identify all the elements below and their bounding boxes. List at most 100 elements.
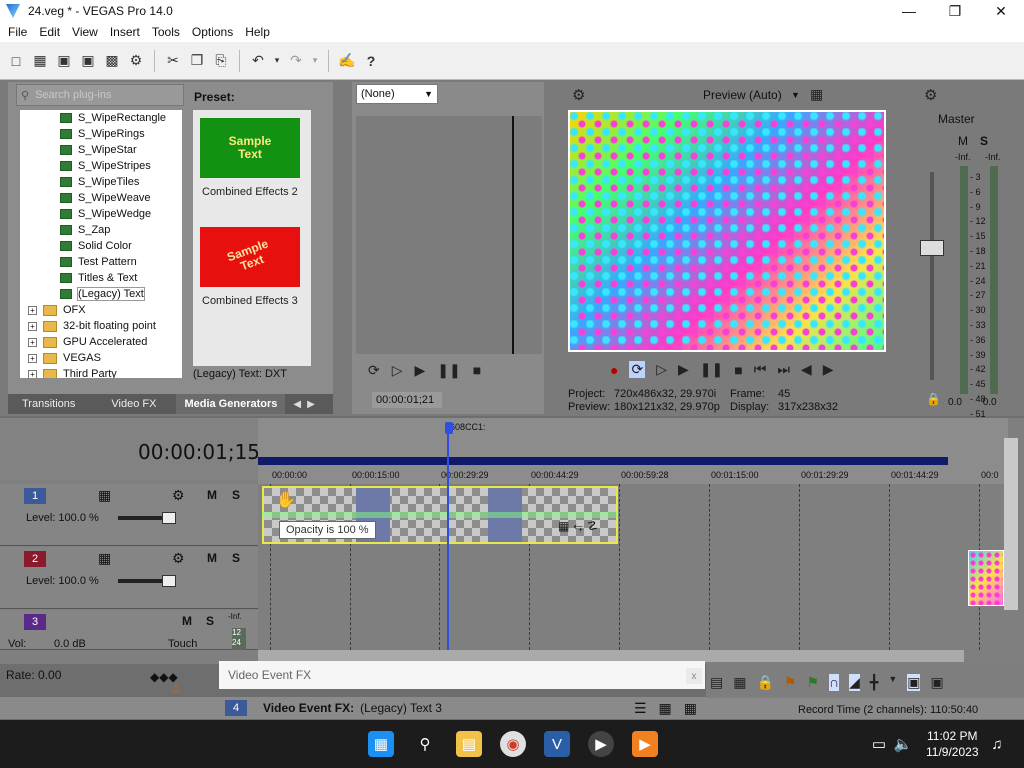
expand-icon[interactable]: + (28, 305, 37, 315)
video-app-icon[interactable]: ▶ (632, 731, 658, 757)
expand-icon[interactable]: + (28, 353, 37, 363)
search-icon[interactable]: ⚲ (412, 731, 438, 757)
track-fx-icon[interactable]: ▦ (98, 550, 111, 567)
tab-transitions[interactable]: Transitions (14, 394, 83, 414)
search-plugins-input[interactable]: ⚲ Search plug-ins (16, 84, 184, 106)
expand-icon[interactable]: + (28, 321, 37, 331)
tree-folder[interactable]: + VEGAS (20, 350, 182, 366)
network-icon[interactable]: ▭ (866, 731, 892, 757)
undo-icon[interactable]: ↶ (248, 51, 268, 71)
expand-icon[interactable]: + (28, 337, 37, 347)
stop-icon[interactable]: ■ (734, 362, 742, 378)
redo-icon[interactable]: ↷ (286, 51, 306, 71)
pause-icon[interactable]: ❚❚ (700, 361, 723, 378)
video-event-fx-window[interactable]: Video Event FX (219, 661, 705, 689)
view-grid-icon[interactable]: ▦ (659, 700, 672, 717)
snap-magnet-icon[interactable]: ∩ (829, 674, 840, 691)
tree-plugin[interactable]: S_WipeWeave (20, 190, 182, 206)
view-list-icon[interactable]: ☰ (634, 700, 647, 717)
menu-view[interactable]: View (66, 25, 104, 39)
tab-media-generators[interactable]: Media Generators (176, 394, 286, 414)
event-fx-icon[interactable]: ☡ (587, 519, 598, 534)
lock-icon[interactable]: 🔒 (756, 674, 773, 691)
event-crop-icon[interactable]: ⥆ (573, 519, 583, 534)
preset-thumb-combined-effects-2[interactable]: Sample Text (200, 118, 300, 178)
media-player-icon[interactable]: ▶ (588, 731, 614, 757)
record-icon[interactable]: ● (610, 362, 618, 378)
mute-button[interactable]: M (207, 551, 217, 565)
minimize-button[interactable]: — (886, 0, 932, 22)
prev-frame-icon[interactable]: ◀ (801, 361, 812, 378)
chrome-icon[interactable]: ◉ (500, 731, 526, 757)
paste-icon[interactable]: ⎘ (211, 51, 231, 71)
play-icon[interactable]: ▶ (678, 361, 689, 378)
mute-button[interactable]: M (207, 488, 217, 502)
play-from-start-icon[interactable]: ▷ (392, 362, 403, 379)
touch-mode[interactable]: Touch (168, 638, 197, 650)
open-folder-icon[interactable]: ▦ (30, 51, 50, 71)
split-icon[interactable]: ╋ (870, 674, 878, 691)
menu-insert[interactable]: Insert (104, 25, 146, 39)
track-header-1[interactable]: 1 Level: 100.0 % M S ▦ ⚙ (0, 484, 258, 546)
tree-folder[interactable]: +32-bit floating point (20, 318, 182, 334)
go-to-start-icon[interactable]: ⏮ (754, 361, 767, 378)
tree-plugin[interactable]: Test Pattern (20, 254, 182, 270)
grid-overlay-icon[interactable]: ▦ (810, 86, 823, 103)
loop-icon[interactable]: ⟳ (368, 362, 380, 379)
track-gear-icon[interactable]: ⚙ (172, 487, 185, 504)
preset-thumb-combined-effects-3[interactable]: Sample Text (200, 227, 300, 287)
loop-region-bar[interactable] (258, 457, 948, 465)
track-2-event-thumbnail[interactable] (968, 550, 1004, 606)
event-pan-crop-icon[interactable]: ▦ (558, 519, 569, 534)
effects-hand-icon[interactable]: ✍ (337, 51, 357, 71)
vertical-scrollbar[interactable] (1004, 438, 1018, 610)
tree-plugin[interactable]: Solid Color (20, 238, 182, 254)
normal-edit-tool-icon[interactable]: ▣ (907, 674, 921, 691)
notifications-bell-icon[interactable]: ♫ (984, 731, 1010, 757)
pause-icon[interactable]: ❚❚ (437, 362, 460, 379)
new-file-icon[interactable]: □ (6, 51, 26, 71)
menu-file[interactable]: File (2, 25, 33, 39)
speaker-muted-icon[interactable]: 🔈 (890, 731, 916, 757)
stop-icon[interactable]: ■ (473, 362, 481, 379)
playhead[interactable] (447, 422, 449, 650)
cut-icon[interactable]: ✂ (163, 51, 183, 71)
trimmer-view[interactable] (356, 116, 542, 354)
envelope-tool-icon[interactable]: ▣ (930, 674, 943, 691)
track-fx-icon[interactable]: ▦ (98, 487, 111, 504)
marker-icon[interactable]: ⚑ (784, 674, 797, 691)
close-button[interactable]: ✕ (978, 0, 1024, 22)
play-from-start-icon[interactable]: ▷ (656, 361, 667, 378)
tree-plugin[interactable]: (Legacy) Text (20, 286, 182, 302)
render-icon[interactable]: ▩ (102, 51, 122, 71)
tool-dropdown-icon[interactable]: ▼ (888, 674, 897, 691)
solo-button[interactable]: S (206, 614, 214, 628)
file-explorer-icon[interactable]: ▤ (456, 731, 482, 757)
tree-folder[interactable]: + GPU Accelerated (20, 334, 182, 350)
track-header-2[interactable]: 2 Level: 100.0 % M S ▦ ⚙ (0, 547, 258, 609)
tree-plugin[interactable]: S_WipeStar (20, 142, 182, 158)
master-mute[interactable]: M (958, 134, 968, 148)
lock-icon[interactable]: 🔒 (926, 392, 941, 406)
tab-scroll-right-icon[interactable]: ▶ (307, 399, 315, 410)
playhead-handle[interactable] (445, 422, 453, 434)
loop-playback-icon[interactable]: ⟳ (629, 361, 646, 378)
save-as-icon[interactable]: ▣ (78, 51, 98, 71)
tab-video-fx[interactable]: Video FX (103, 394, 164, 414)
tree-folder[interactable]: + Third Party (20, 366, 182, 378)
copy-icon[interactable]: ❐ (187, 51, 207, 71)
rate-slider-icon[interactable]: ◆◆◆ (150, 670, 178, 684)
menu-options[interactable]: Options (186, 25, 239, 39)
redo-dropdown-icon[interactable]: ▾ (310, 51, 320, 71)
go-to-end-icon[interactable]: ⏭ (777, 361, 790, 378)
expand-icon[interactable]: + (28, 369, 37, 378)
vegas-taskbar-icon[interactable]: V (544, 731, 570, 757)
preview-quality-dropdown[interactable]: Preview (Auto) (703, 88, 782, 102)
taskbar-clock[interactable]: 11:02 PM 11/9/2023 (926, 728, 979, 760)
tab-scroll-left-icon[interactable]: ◀ (293, 399, 301, 410)
plugin-tree[interactable]: S_WipeRectangle S_WipeRings S_WipeStar S_Wi… (20, 110, 182, 378)
track-gear-icon[interactable]: ⚙ (172, 550, 185, 567)
next-frame-icon[interactable]: ▶ (823, 361, 834, 378)
mute-button[interactable]: M (182, 614, 192, 628)
view-details-icon[interactable]: ▦ (684, 700, 697, 717)
